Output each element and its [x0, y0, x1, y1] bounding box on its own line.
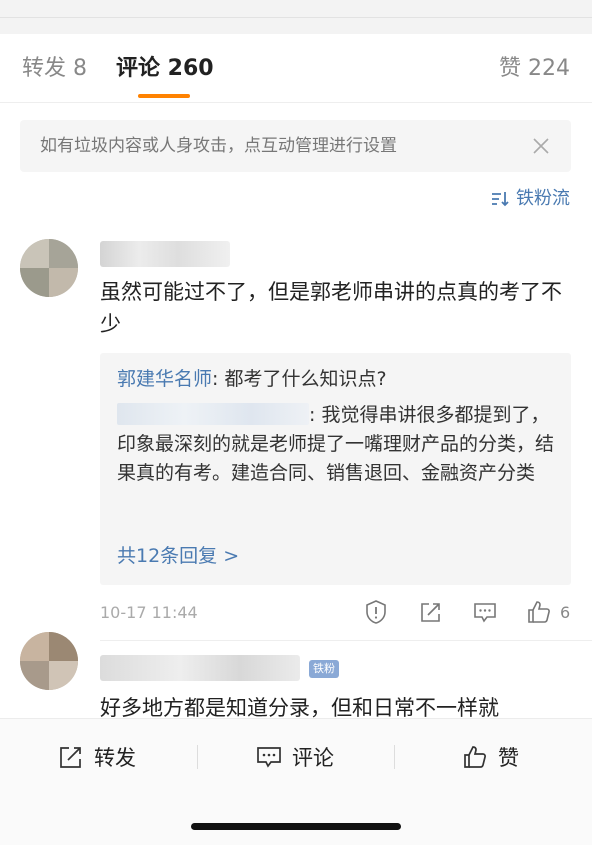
reply-item: 郭建华名师: 都考了什么知识点? [117, 365, 557, 394]
report-icon[interactable] [363, 599, 389, 625]
comment-timestamp: 10-17 11:44 [100, 603, 198, 622]
tab-like[interactable]: 赞 224 [499, 54, 570, 84]
sort-icon [492, 192, 509, 207]
avatar[interactable] [20, 632, 78, 690]
like-icon [464, 746, 486, 768]
fan-badge: 铁粉 [309, 660, 339, 678]
comment-button[interactable]: 评论 [256, 739, 334, 775]
tab-comment[interactable]: 评论 260 [116, 54, 214, 84]
comment-icon [257, 747, 281, 768]
reply-item: : 我觉得串讲很多都提到了，印象最深刻的就是老师提了一嘴理财产品的分类，结果真的… [117, 401, 557, 488]
moderation-notice[interactable]: 如有垃圾内容或人身攻击，点互动管理进行设置 [20, 120, 571, 172]
avatar[interactable] [20, 239, 78, 297]
tab-repost[interactable]: 转发 8 [22, 54, 87, 84]
repost-button[interactable]: 转发 [58, 739, 136, 775]
share-icon[interactable] [418, 599, 444, 625]
sort-label: 铁粉流 [516, 188, 570, 209]
home-indicator[interactable] [191, 823, 401, 830]
username-blurred[interactable] [100, 241, 230, 267]
like-label: 赞 [498, 746, 519, 770]
top-status-band [0, 0, 592, 34]
separator [394, 745, 395, 769]
close-icon[interactable] [529, 134, 553, 158]
separator [197, 745, 198, 769]
divider [100, 640, 592, 641]
like-button[interactable]: 赞 [462, 739, 519, 775]
like-count: 6 [560, 603, 571, 622]
repost-label: 转发 [94, 746, 136, 770]
reply-author[interactable]: 郭建华名师 [117, 368, 212, 390]
notice-text: 如有垃圾内容或人身攻击，点互动管理进行设置 [40, 136, 397, 156]
comment-label: 评论 [292, 746, 334, 770]
comment-text: 虽然可能过不了，但是郭老师串讲的点真的考了不少 [100, 280, 562, 336]
reply-text: : 都考了什么知识点? [212, 368, 387, 390]
active-tab-indicator [138, 94, 190, 98]
reply-preview-box[interactable]: 郭建华名师: 都考了什么知识点? : 我觉得串讲很多都提到了，印象最深刻的就是老… [100, 353, 571, 585]
like-icon[interactable] [526, 599, 552, 625]
repost-icon [60, 747, 81, 768]
reply-author-blurred[interactable] [117, 403, 309, 425]
reply-icon[interactable] [472, 599, 498, 625]
username-blurred[interactable] [100, 655, 300, 681]
bottom-action-bar: 转发 评论 赞 [0, 718, 592, 845]
tab-bar: 转发 8 评论 260 赞 224 [0, 34, 592, 103]
more-replies-link[interactable]: 共12条回复 > [117, 543, 239, 569]
sort-toggle[interactable]: 铁粉流 [490, 188, 570, 210]
